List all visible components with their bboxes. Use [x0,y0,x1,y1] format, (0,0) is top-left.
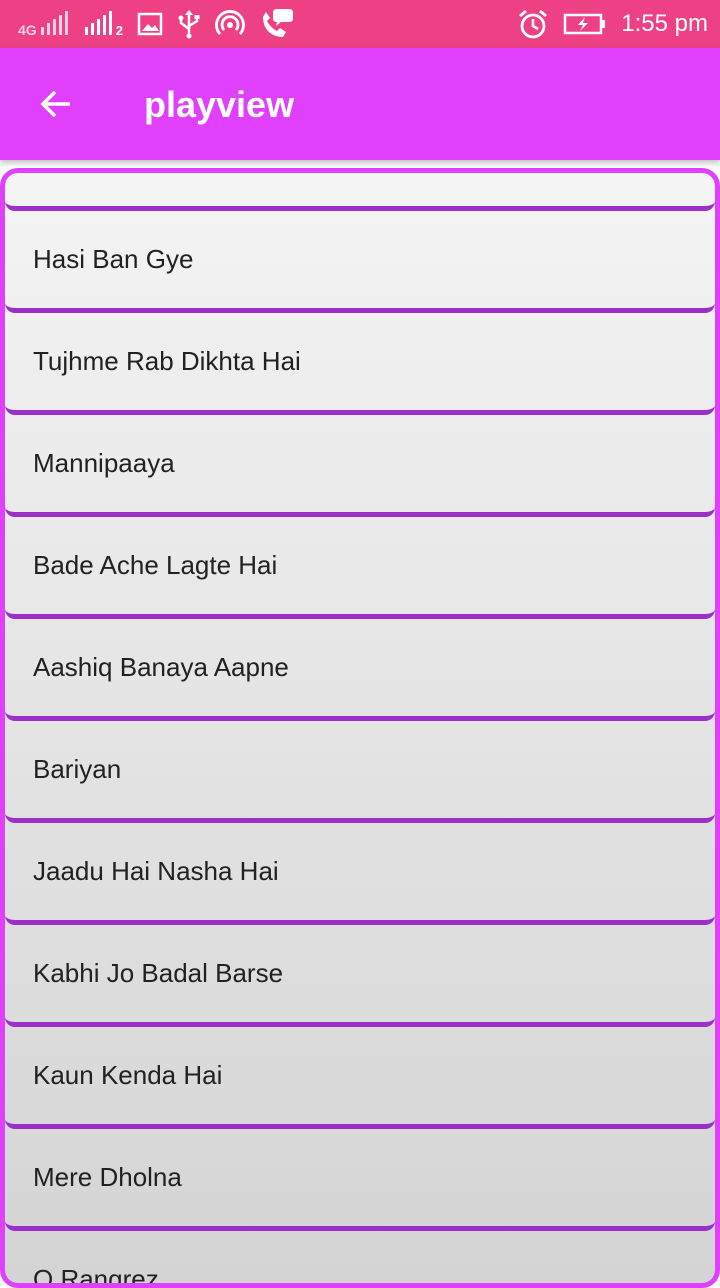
song-list-item[interactable]: Aashiq Banaya Aapne [5,619,715,721]
wifi-calling-icon [262,9,293,37]
battery-charging-icon [564,13,606,35]
song-list-item[interactable]: Kabhi Jo Badal Barse [5,925,715,1027]
song-list-item[interactable]: Mannipaaya [5,415,715,517]
page-title: playview [144,84,295,125]
alarm-icon [519,9,548,39]
network-type-label: 4G [18,22,37,38]
song-title: Bariyan [33,754,122,784]
song-list-item[interactable]: Kaun Kenda Hai [5,1027,715,1129]
song-list-item[interactable]: Wada Raha [5,168,715,211]
app-bar: playview [0,48,720,160]
signal-icon [40,11,68,35]
image-icon [137,12,163,36]
song-title: Tujhme Rab Dikhta Hai [33,346,301,376]
song-list[interactable]: Wada Raha Hasi Ban Gye Tujhme Rab Dikhta H… [0,168,720,1288]
song-list-inner: Wada Raha Hasi Ban Gye Tujhme Rab Dikhta H… [5,168,715,1288]
song-list-item[interactable]: Bariyan [5,721,715,823]
song-title: Kaun Kenda Hai [33,1060,223,1090]
usb-icon [178,10,200,39]
song-list-item[interactable]: O Rangrez [5,1231,715,1288]
song-list-item[interactable]: Bade Ache Lagte Hai [5,517,715,619]
song-title: Kabhi Jo Badal Barse [33,958,284,988]
song-title: Aashiq Banaya Aapne [33,652,289,682]
sim-index-label: 2 [115,23,123,38]
status-left-icons: 4G 2 [18,8,293,40]
network-indicator: 4G [18,11,69,37]
hotspot-icon [215,10,245,35]
song-title: Mannipaaya [33,448,175,478]
signal-2-indicator: 2 [83,11,123,37]
song-title: Mere Dholna [33,1162,182,1192]
back-button[interactable] [24,72,88,136]
status-right-icons: 1:55 pm [517,8,708,40]
song-title: Wada Raha [33,168,169,173]
status-bar: 4G 2 1:55 pm [0,0,720,48]
arrow-back-icon [40,90,70,118]
status-clock: 1:55 pm [621,10,708,37]
song-list-item[interactable]: Mere Dholna [5,1129,715,1231]
song-list-item[interactable]: Hasi Ban Gye [5,211,715,313]
song-list-item[interactable]: Tujhme Rab Dikhta Hai [5,313,715,415]
song-title: Bade Ache Lagte Hai [33,550,278,580]
song-title: Hasi Ban Gye [33,244,194,274]
song-list-item[interactable]: Jaadu Hai Nasha Hai [5,823,715,925]
signal-icon [84,11,112,35]
song-title: O Rangrez [33,1264,159,1288]
song-title: Jaadu Hai Nasha Hai [33,856,279,886]
